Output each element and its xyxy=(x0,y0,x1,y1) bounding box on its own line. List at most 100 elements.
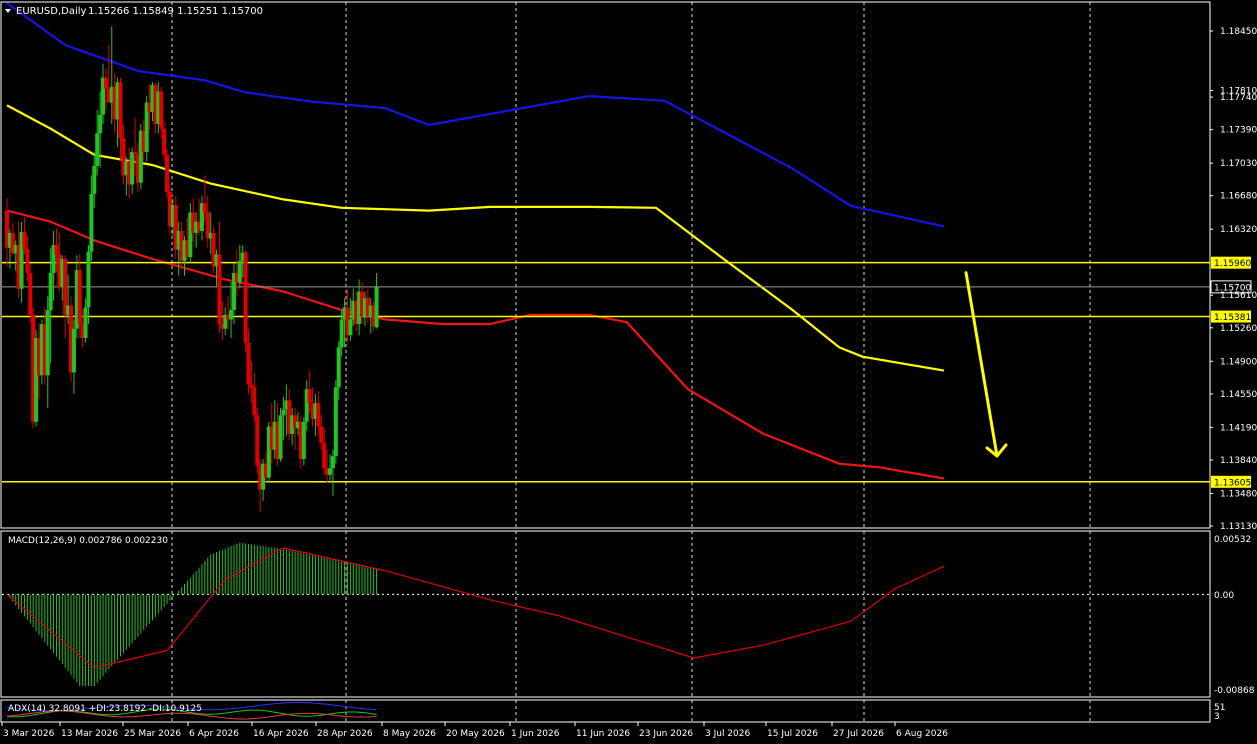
symbol-label: EURUSD,Daily xyxy=(16,6,87,17)
candle-bear xyxy=(249,384,254,388)
candle-bull xyxy=(374,286,379,328)
candle-bear xyxy=(165,154,170,192)
candle-bear xyxy=(25,248,30,273)
macd-label: MACD(12,26,9) 0.002786 0.002230 xyxy=(8,536,168,546)
x-tick-label: 3 Mar 2026 xyxy=(3,729,55,739)
candle-bear xyxy=(217,254,222,325)
candle-bear xyxy=(255,415,260,466)
candle-bear xyxy=(202,203,207,213)
y-tick-label: 1.13480 xyxy=(1220,489,1257,499)
price-level-label: 1.13605 xyxy=(1214,478,1251,488)
candle-bull xyxy=(45,310,50,376)
candle-bear xyxy=(118,82,123,139)
candle-bear xyxy=(162,128,167,155)
candle-bear xyxy=(246,342,251,385)
macd-tick-zero: 0.00 xyxy=(1214,591,1234,601)
candle-bull xyxy=(130,151,135,185)
adx-tick-bottom: 3 xyxy=(1214,712,1220,722)
x-tick-label: 15 Jul 2026 xyxy=(767,729,818,739)
y-tick-label: 1.18450 xyxy=(1220,27,1257,37)
x-tick-label: 25 Mar 2026 xyxy=(124,729,181,739)
price-level-label: 1.15960 xyxy=(1214,259,1251,269)
price-axis: 1.184501.178101.177401.173901.170301.166… xyxy=(1210,27,1257,532)
x-tick-label: 13 Mar 2026 xyxy=(61,729,118,739)
candle-bull xyxy=(237,260,242,283)
candle-bull xyxy=(278,415,283,460)
candle-bear xyxy=(77,270,82,325)
candle-bull xyxy=(83,307,88,339)
candle-bear xyxy=(243,252,248,343)
macd-tick-top: 0.00532 xyxy=(1214,535,1251,545)
y-tick-label: 1.17740 xyxy=(1220,93,1257,103)
y-tick-label: 1.14900 xyxy=(1220,357,1257,367)
candle-bull xyxy=(48,272,53,311)
candle-bear xyxy=(322,443,327,469)
x-tick-label: 11 Jun 2026 xyxy=(576,729,630,739)
x-tick-label: 16 Apr 2026 xyxy=(253,729,309,739)
grid xyxy=(171,2,1091,722)
candle-bull xyxy=(333,387,338,457)
y-tick-label: 1.13840 xyxy=(1220,456,1257,466)
moving-average-line xyxy=(6,209,945,480)
candle-bull xyxy=(336,347,341,388)
y-tick-label: 1.17390 xyxy=(1220,126,1257,136)
panel-borders xyxy=(0,1,1211,723)
ohlc-label: 1.15266 1.15849 1.15251 1.15700 xyxy=(88,6,263,17)
candle-bull xyxy=(229,310,234,320)
adx-label: ADX(14) 32.8091 +DI:23.8192 -DI:10.9125 xyxy=(8,704,202,714)
x-tick-label: 27 Jul 2026 xyxy=(833,729,884,739)
panel-frame xyxy=(0,1,1211,529)
candle-bull xyxy=(86,251,91,308)
y-tick-label: 1.17030 xyxy=(1220,159,1257,169)
candle-bull xyxy=(281,409,286,416)
x-tick-label: 6 Apr 2026 xyxy=(189,729,239,739)
symbol-dropdown-icon[interactable] xyxy=(5,9,11,13)
chart-window: 1.15960 1.15381 1.13605 1.15700 1.18450 1.17… xyxy=(0,0,1257,744)
candle-bear xyxy=(159,91,164,129)
y-tick-label: 1.15610 xyxy=(1220,291,1257,301)
x-tick-label: 20 May 2026 xyxy=(446,729,505,739)
candle-bull xyxy=(339,319,344,348)
panel-frame xyxy=(0,530,1211,698)
price-level-label: 1.15381 xyxy=(1214,313,1251,323)
candle-bull xyxy=(92,165,97,194)
moving-averages xyxy=(6,2,945,480)
y-tick-label: 1.14190 xyxy=(1220,423,1257,433)
macd-tick-bottom: -0.00868 xyxy=(1214,686,1255,696)
candle-bull xyxy=(98,114,103,134)
macd-panel xyxy=(2,542,1210,687)
candle-bull xyxy=(71,328,76,373)
candle-bull xyxy=(328,468,333,475)
candle-bear xyxy=(22,231,27,249)
y-tick-label: 1.16320 xyxy=(1220,225,1257,235)
candle-bear xyxy=(133,151,138,155)
candle-bull xyxy=(301,421,306,460)
y-tick-label: 1.14550 xyxy=(1220,390,1257,400)
candle-bear xyxy=(54,245,59,255)
candle-bull xyxy=(89,193,94,252)
candle-bear xyxy=(307,389,312,404)
y-tick-label: 1.16680 xyxy=(1220,192,1257,202)
x-tick-label: 3 Jul 2026 xyxy=(705,729,750,739)
candle-bull xyxy=(348,319,353,336)
x-tick-label: 23 Jun 2026 xyxy=(639,729,693,739)
x-tick-label: 28 Apr 2026 xyxy=(317,729,373,739)
candle-bear xyxy=(319,426,324,444)
x-tick-label: 1 Jun 2026 xyxy=(511,729,560,739)
y-tick-label: 1.13130 xyxy=(1220,522,1257,532)
candle-bear xyxy=(316,403,321,427)
x-tick-label: 6 Aug 2026 xyxy=(896,729,948,739)
candle-bull xyxy=(330,456,335,469)
down-arrow-annotation xyxy=(964,271,1008,458)
x-tick-label: 8 May 2026 xyxy=(383,729,436,739)
price-chart: 1.159601.153811.136051.15700 1.184501.17… xyxy=(0,1,1257,739)
candle-bear xyxy=(28,272,33,315)
candle-bear xyxy=(252,387,257,416)
horizontal-levels: 1.159601.153811.136051.15700 xyxy=(2,256,1252,488)
macd-signal-line xyxy=(6,547,945,669)
arrow-shaft xyxy=(964,271,999,458)
y-tick-label: 1.15260 xyxy=(1220,324,1257,334)
candle-bull xyxy=(95,133,100,166)
time-axis: 3 Mar 2026 13 Mar 2026 25 Mar 2026 6 Apr 20… xyxy=(1,722,948,739)
candle-bear xyxy=(103,77,108,89)
